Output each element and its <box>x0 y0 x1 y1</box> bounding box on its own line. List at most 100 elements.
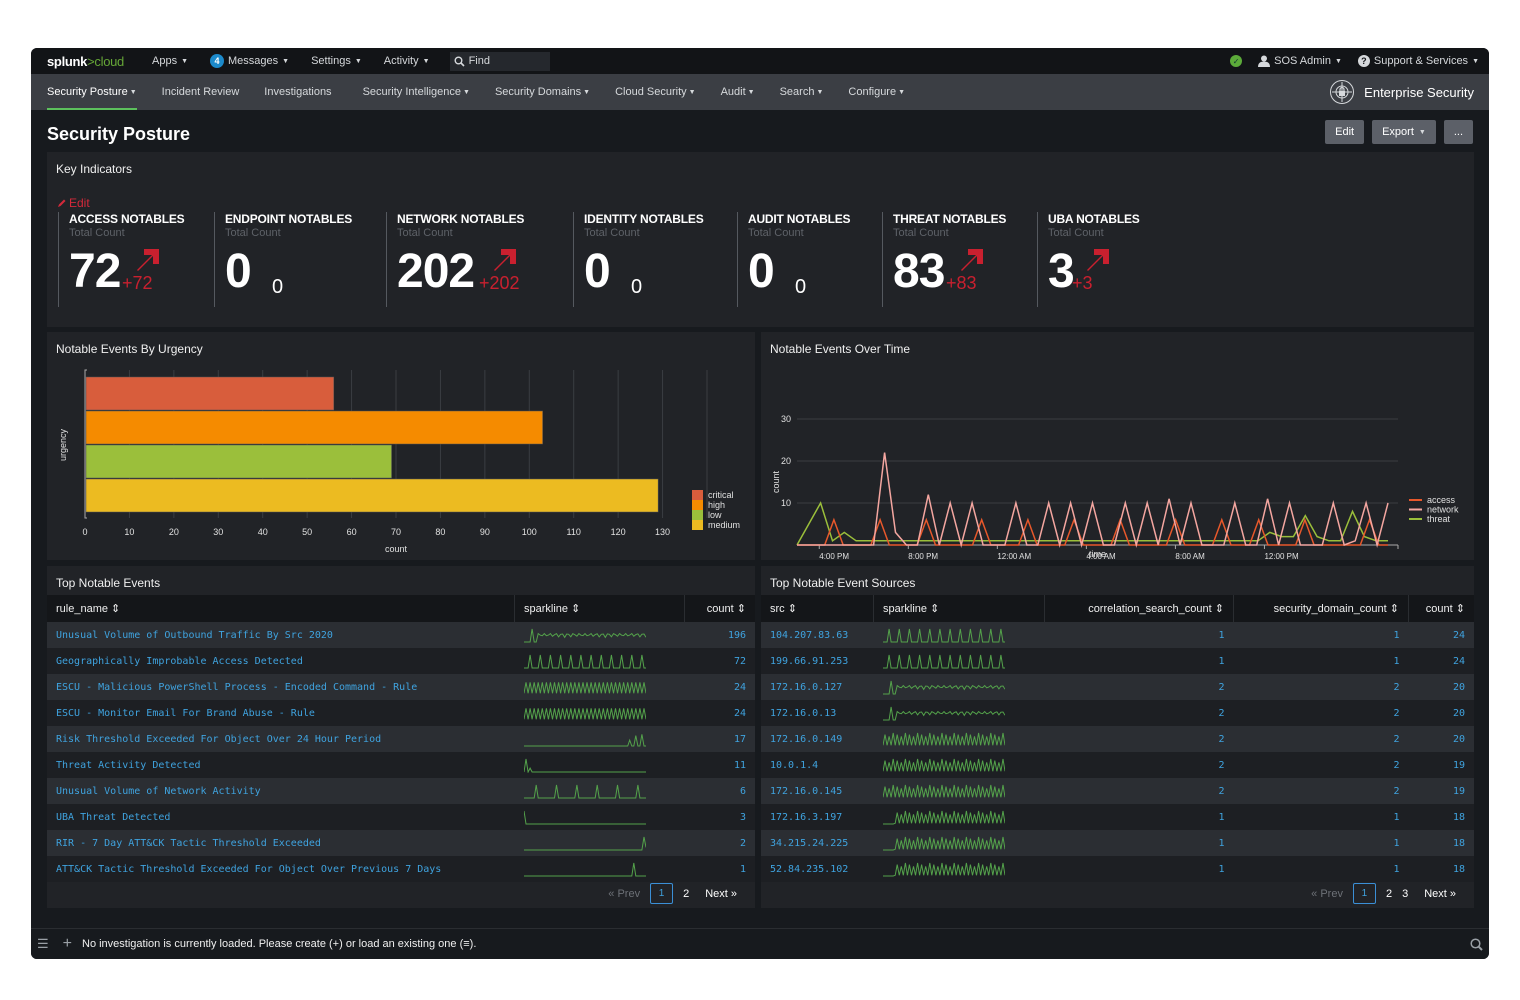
table-row[interactable]: 172.16.0.13 2 2 20 <box>761 700 1474 726</box>
column-header-sparkline[interactable]: sparkline ⇕ <box>873 595 1045 622</box>
support-menu[interactable]: ? Support & Services ▼ <box>1357 55 1479 67</box>
count-cell[interactable]: 72 <box>684 648 755 674</box>
table-row[interactable]: 172.16.0.145 2 2 19 <box>761 778 1474 804</box>
correlation-search-count-cell[interactable]: 1 <box>1044 622 1234 648</box>
investigations-list-icon[interactable]: ☰ <box>37 936 49 952</box>
correlation-search-count-cell[interactable]: 1 <box>1044 830 1234 856</box>
security-domain-count-cell[interactable]: 2 <box>1233 778 1409 804</box>
user-menu[interactable]: SOS Admin ▼ <box>1258 55 1342 67</box>
rule-name-cell[interactable]: ESCU - Malicious PowerShell Process - En… <box>47 674 515 700</box>
src-cell[interactable]: 52.84.235.102 <box>761 856 874 882</box>
rule-name-cell[interactable]: Threat Activity Detected <box>47 752 515 778</box>
correlation-search-count-cell[interactable]: 2 <box>1044 674 1234 700</box>
column-header-correlation-search-count[interactable]: correlation_search_count ⇕ <box>1044 595 1234 622</box>
count-cell[interactable]: 18 <box>1408 804 1474 830</box>
security-domain-count-cell[interactable]: 2 <box>1233 700 1409 726</box>
count-cell[interactable]: 2 <box>684 830 755 856</box>
table-row[interactable]: 10.0.1.4 2 2 19 <box>761 752 1474 778</box>
rule-name-cell[interactable]: RIR - 7 Day ATT&CK Tactic Threshold Exce… <box>47 830 515 856</box>
src-cell[interactable]: 172.16.0.13 <box>761 700 874 726</box>
messages-menu[interactable]: 4 Messages ▼ <box>210 54 289 68</box>
key-indicator-threat[interactable]: THREAT NOTABLES Total Count 83 +83 <box>882 212 1006 307</box>
add-investigation-icon[interactable]: + <box>63 935 72 953</box>
rule-name-cell[interactable]: Risk Threshold Exceeded For Object Over … <box>47 726 515 752</box>
table-row[interactable]: 172.16.0.127 2 2 20 <box>761 674 1474 700</box>
table-row[interactable]: 104.207.83.63 1 1 24 <box>761 622 1474 648</box>
table-row[interactable]: RIR - 7 Day ATT&CK Tactic Threshold Exce… <box>47 830 755 856</box>
security-domain-count-cell[interactable]: 2 <box>1233 726 1409 752</box>
count-cell[interactable]: 19 <box>1408 752 1474 778</box>
column-header-security-domain-count[interactable]: security_domain_count ⇕ <box>1233 595 1409 622</box>
security-domain-count-cell[interactable]: 2 <box>1233 752 1409 778</box>
column-header-count[interactable]: count ⇕ <box>684 595 755 622</box>
count-cell[interactable]: 24 <box>1408 622 1474 648</box>
count-cell[interactable]: 20 <box>1408 674 1474 700</box>
src-cell[interactable]: 104.207.83.63 <box>761 622 874 648</box>
settings-menu[interactable]: Settings ▼ <box>311 55 362 67</box>
rule-name-cell[interactable]: ESCU - Monitor Email For Brand Abuse - R… <box>47 700 515 726</box>
src-cell[interactable]: 172.16.0.127 <box>761 674 874 700</box>
table-row[interactable]: 172.16.3.197 1 1 18 <box>761 804 1474 830</box>
table-row[interactable]: ESCU - Monitor Email For Brand Abuse - R… <box>47 700 755 726</box>
table-row[interactable]: 199.66.91.253 1 1 24 <box>761 648 1474 674</box>
find-input[interactable]: Find <box>449 51 550 71</box>
apps-menu[interactable]: Apps ▼ <box>152 55 188 67</box>
correlation-search-count-cell[interactable]: 2 <box>1044 700 1234 726</box>
rule-name-cell[interactable]: UBA Threat Detected <box>47 804 515 830</box>
count-cell[interactable]: 11 <box>684 752 755 778</box>
nav-investigations[interactable]: Investigations <box>264 74 331 110</box>
count-cell[interactable]: 3 <box>684 804 755 830</box>
nav-search[interactable]: Search ▼ <box>780 74 824 110</box>
key-indicator-audit[interactable]: AUDIT NOTABLES Total Count 0 0 <box>737 212 851 307</box>
nav-incident-review[interactable]: Incident Review <box>162 74 240 110</box>
column-header-src[interactable]: src ⇕ <box>761 595 874 622</box>
rule-name-cell[interactable]: ATT&CK Tactic Threshold Exceeded For Obj… <box>47 856 515 882</box>
count-cell[interactable]: 19 <box>1408 778 1474 804</box>
src-cell[interactable]: 34.215.24.225 <box>761 830 874 856</box>
count-cell[interactable]: 24 <box>1408 648 1474 674</box>
nav-cloud-security[interactable]: Cloud Security ▼ <box>615 74 695 110</box>
src-cell[interactable]: 172.16.0.149 <box>761 726 874 752</box>
table-row[interactable]: Risk Threshold Exceeded For Object Over … <box>47 726 755 752</box>
table-row[interactable]: Unusual Volume of Outbound Traffic By Sr… <box>47 622 755 648</box>
more-actions-button[interactable]: ... <box>1443 120 1473 144</box>
nav-configure[interactable]: Configure ▼ <box>848 74 905 110</box>
rule-name-cell[interactable]: Unusual Volume of Network Activity <box>47 778 515 804</box>
security-domain-count-cell[interactable]: 1 <box>1233 804 1409 830</box>
correlation-search-count-cell[interactable]: 1 <box>1044 856 1234 882</box>
activity-menu[interactable]: Activity ▼ <box>384 55 430 67</box>
count-cell[interactable]: 24 <box>684 700 755 726</box>
count-cell[interactable]: 6 <box>684 778 755 804</box>
security-domain-count-cell[interactable]: 1 <box>1233 830 1409 856</box>
table-row[interactable]: Threat Activity Detected 11 <box>47 752 755 778</box>
nav-audit[interactable]: Audit ▼ <box>721 74 755 110</box>
column-header-rule-name[interactable]: rule_name ⇕ <box>47 595 515 622</box>
correlation-search-count-cell[interactable]: 2 <box>1044 778 1234 804</box>
correlation-search-count-cell[interactable]: 2 <box>1044 752 1234 778</box>
security-domain-count-cell[interactable]: 1 <box>1233 648 1409 674</box>
key-indicator-endpoint[interactable]: ENDPOINT NOTABLES Total Count 0 0 <box>214 212 352 307</box>
correlation-search-count-cell[interactable]: 1 <box>1044 804 1234 830</box>
key-indicator-identity[interactable]: IDENTITY NOTABLES Total Count 0 0 <box>573 212 704 307</box>
health-status-icon[interactable]: ✓ <box>1230 55 1243 67</box>
table-row[interactable]: ESCU - Malicious PowerShell Process - En… <box>47 674 755 700</box>
key-indicator-access[interactable]: ACCESS NOTABLES Total Count 72 +72 <box>58 212 185 307</box>
column-header-count[interactable]: count ⇕ <box>1408 595 1474 622</box>
table-row[interactable]: Unusual Volume of Network Activity 6 <box>47 778 755 804</box>
page-link-2[interactable]: 2 <box>1386 888 1392 900</box>
security-domain-count-cell[interactable]: 1 <box>1233 622 1409 648</box>
correlation-search-count-cell[interactable]: 2 <box>1044 726 1234 752</box>
key-indicator-network[interactable]: NETWORK NOTABLES Total Count 202 +202 <box>386 212 524 307</box>
src-cell[interactable]: 172.16.3.197 <box>761 804 874 830</box>
rule-name-cell[interactable]: Geographically Improbable Access Detecte… <box>47 648 515 674</box>
count-cell[interactable]: 20 <box>1408 700 1474 726</box>
security-domain-count-cell[interactable]: 2 <box>1233 674 1409 700</box>
edit-indicators-link[interactable]: Edit <box>57 196 90 210</box>
src-cell[interactable]: 10.0.1.4 <box>761 752 874 778</box>
count-cell[interactable]: 24 <box>684 674 755 700</box>
count-cell[interactable]: 18 <box>1408 830 1474 856</box>
count-cell[interactable]: 196 <box>684 622 755 648</box>
prev-page-link[interactable]: « Prev <box>608 888 640 900</box>
count-cell[interactable]: 18 <box>1408 856 1474 882</box>
src-cell[interactable]: 172.16.0.145 <box>761 778 874 804</box>
